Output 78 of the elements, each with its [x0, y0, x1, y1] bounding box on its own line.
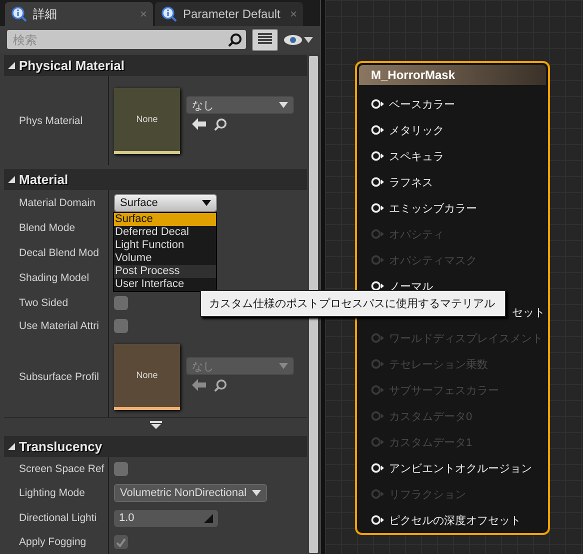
pin-icon: [371, 437, 385, 447]
eye-icon: [284, 34, 302, 44]
property-label: Directional Lighti: [19, 512, 97, 524]
property-label: Material Domain: [19, 197, 96, 210]
menu-option[interactable]: Deferred Decal: [114, 226, 216, 240]
expanded-triangle-icon: [8, 443, 15, 450]
pin-icon: [371, 229, 385, 239]
caret-icon: [279, 363, 288, 370]
pin-label: メタリック: [389, 124, 444, 138]
property-label: Two Sided: [19, 296, 68, 309]
menu-option[interactable]: Volume: [114, 252, 216, 266]
pin-icon: [371, 385, 385, 395]
pin-label: ラフネス: [389, 176, 433, 190]
pin-label: エミッシブカラー: [389, 202, 477, 216]
asset-dropdown[interactable]: なし: [186, 96, 294, 114]
drag-handle-icon[interactable]: [204, 514, 213, 523]
property-label: Use Material Attri: [19, 320, 99, 332]
dropdown[interactable]: Volumetric NonDirectional: [114, 484, 267, 502]
property-label: Blend Mode: [19, 222, 76, 234]
pin-label: スペキュラ: [389, 150, 444, 164]
pin-icon: [371, 281, 385, 291]
section-header[interactable]: Translucency: [4, 436, 307, 458]
pin-label: アンビエントオクルージョン: [389, 462, 532, 476]
menu-option[interactable]: User Interface: [114, 278, 216, 292]
scrollbar-thumb[interactable]: [309, 56, 318, 553]
asset-thumbnail[interactable]: None: [114, 88, 180, 154]
pin-icon: [371, 411, 385, 421]
caret-icon: [279, 102, 288, 108]
pin-icon: [371, 359, 385, 369]
pin-icon: [371, 255, 385, 265]
checkbox[interactable]: [114, 318, 128, 333]
pin-icon: [371, 333, 385, 343]
property-label: Shading Model: [19, 272, 90, 284]
search-icon: [228, 32, 242, 46]
menu-option[interactable]: Surface: [114, 213, 216, 226]
section-header[interactable]: Physical Material: [4, 55, 307, 76]
pin-label: セット: [512, 306, 545, 320]
info-magnifier-icon: [11, 6, 27, 22]
pin-icon: [371, 489, 385, 499]
info-magnifier-icon: [161, 6, 177, 22]
property-label: Screen Space Ref: [19, 462, 104, 475]
pin-icon: [371, 125, 385, 135]
property-label: Phys Material: [19, 114, 83, 127]
menu-option[interactable]: Post Process: [114, 265, 216, 278]
section-header[interactable]: Material: [4, 169, 307, 190]
panel-tab[interactable]: 詳細 ×: [5, 2, 153, 26]
expand-down-icon: [150, 420, 162, 429]
pin-icon: [371, 99, 385, 109]
list-icon: [258, 33, 272, 46]
pin-icon: [371, 515, 385, 525]
checkbox[interactable]: [114, 296, 128, 310]
property-label: Apply Fogging: [19, 536, 86, 548]
left-arrow-icon[interactable]: [192, 118, 206, 130]
expanded-triangle-icon: [8, 176, 15, 184]
pin-icon: [371, 151, 385, 161]
list-view-button[interactable]: [252, 28, 278, 50]
property-label: Lighting Mode: [19, 487, 85, 500]
tooltip: カスタム仕様のポストプロセスパスに使用するマテリアル: [200, 290, 506, 317]
expanded-triangle-icon: [8, 62, 15, 70]
pin-label: ベースカラー: [389, 98, 455, 112]
caret-icon: [304, 36, 313, 42]
menu-option[interactable]: Light Function: [114, 239, 216, 252]
panel-tab[interactable]: Parameter Default ×: [155, 2, 303, 26]
pin-icon: [371, 463, 385, 473]
search-icon: [214, 118, 227, 132]
caret-icon: [202, 200, 211, 206]
checkbox[interactable]: [114, 462, 128, 476]
property-label: Subsurface Profil: [19, 370, 99, 383]
pin-label: ピクセルの深度オフセット: [389, 514, 521, 528]
dropdown[interactable]: Surface: [114, 194, 217, 212]
property-label: Decal Blend Mod: [19, 247, 99, 260]
node-title: M_HorrorMask: [359, 65, 546, 85]
caret-icon: [252, 490, 261, 496]
search-box[interactable]: 検索: [7, 30, 246, 49]
pin-icon: [371, 177, 385, 187]
pin-icon: [371, 203, 385, 213]
search-icon: [214, 379, 227, 392]
number-field[interactable]: 1.0: [114, 510, 218, 527]
